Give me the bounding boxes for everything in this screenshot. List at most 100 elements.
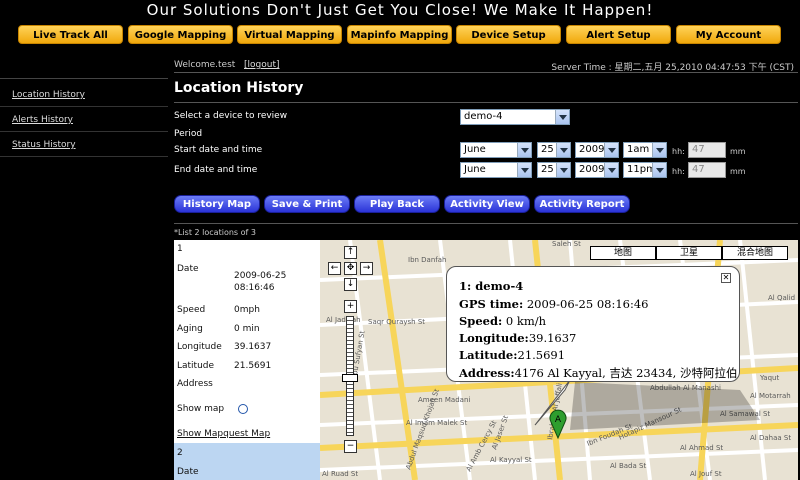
logout-link[interactable]: [logout] [244,60,279,70]
pan-up-icon[interactable]: ↑ [344,246,357,259]
time-value: 08:16:46 [234,283,275,293]
top-navigation: Live Track All Devices Google Mapping Vi… [18,25,798,60]
page-title: Location History [174,80,304,96]
sidebar-item-alerts-history[interactable]: Alerts History [12,115,73,125]
chevron-down-icon [556,163,570,177]
close-icon[interactable]: ✕ [721,273,731,283]
address-label: Address [177,379,213,389]
tab-mapinfo-mapping[interactable]: Mapinfo Mapping [347,25,452,44]
tab-google-mapping[interactable]: Google Mapping [128,25,233,44]
street-label-19: Al Qalid [768,294,795,302]
list-item-selected[interactable]: 2 Date [174,443,320,480]
street-label-13: Al Ahmad St [680,444,723,452]
street-label-23: Al Ruad St [322,470,358,478]
popup-gps-value: 2009-06-25 08:16:46 [526,297,649,311]
end-hh-label: hh: [672,167,685,176]
latitude-label: Latitude [177,361,215,371]
zoom-slider-thumb[interactable] [342,374,358,382]
zoom-out-icon[interactable]: − [344,440,357,453]
play-back-button[interactable]: Play Back [354,195,440,213]
marker-letter: A [555,415,562,425]
end-minute-input[interactable]: 47 [688,162,726,178]
chevron-down-icon [652,143,666,157]
end-day-select[interactable]: 25 [537,162,571,178]
tab-virtual-mapping[interactable]: Virtual Mapping [237,25,342,44]
end-year-select[interactable]: 2009 [575,162,619,178]
street-label-17: Al Motarrah [750,392,791,400]
start-label: Start date and time [174,145,263,155]
activity-report-button[interactable]: Activity Report [534,195,630,213]
popup-latitude-label: Latitude: [459,348,518,362]
start-day-select[interactable]: 25 [537,142,571,158]
device-select[interactable]: demo-4 [460,109,570,125]
latitude-value: 21.5691 [234,361,272,371]
pan-down-icon[interactable]: ↓ [344,278,357,291]
end-month-value: June [464,164,486,175]
popup-gps-row: GPS time: 2009-06-25 08:16:46 [459,297,648,311]
start-minute-input[interactable]: 47 [688,142,726,158]
tab-my-account[interactable]: My Account [676,25,781,44]
map-view[interactable]: Ibn Danfah Saqr Quraysh St Abu Sufyan St… [320,240,798,480]
end-month-select[interactable]: June [460,162,532,178]
tab-alert-setup[interactable]: Alert Setup [566,25,671,44]
popup-longitude-row: Longitude:39.1637 [459,331,576,345]
map-type-map[interactable]: 地图 [590,246,656,260]
popup-longitude-value: 39.1637 [528,331,577,345]
record-index-2: 2 [177,448,183,458]
save-print-button[interactable]: Save & Print [264,195,350,213]
sidebar-divider [0,78,168,79]
record-index: 1 [177,244,183,254]
start-year-value: 2009 [579,144,605,155]
chevron-down-icon [652,163,666,177]
device-label: Select a device to review [174,111,288,121]
date-label: Date [177,264,199,274]
show-map-radio[interactable] [238,404,248,414]
end-hour-select[interactable]: 11pm [623,162,667,178]
aging-label: Aging [177,324,203,334]
tab-device-setup[interactable]: Device Setup [456,25,561,44]
start-month-select[interactable]: June [460,142,532,158]
date-value: 2009-06-25 [234,271,287,281]
date-label-2: Date [177,467,199,477]
sidebar-item-location-history[interactable]: Location History [12,90,85,100]
speed-label: Speed [177,305,206,315]
end-day-value: 25 [541,164,554,175]
popup-address-value: 4176 Al Kayyal, 吉达 23434, 沙特阿拉伯 [514,366,738,380]
tagline: Our Solutions Don't Just Get You Close! … [146,1,654,19]
history-map-button[interactable]: History Map [174,195,260,213]
chevron-down-icon [604,143,618,157]
popup-speed-row: Speed: 0 km/h [459,314,546,328]
pan-right-icon[interactable]: → [360,262,373,275]
divider [174,223,798,224]
map-type-satellite[interactable]: 卫星 [656,246,722,260]
start-month-value: June [464,144,486,155]
popup-speed-value: 0 km/h [505,314,547,328]
activity-view-button[interactable]: Activity View [444,195,530,213]
location-marker-icon[interactable]: A [548,408,568,440]
end-year-value: 2009 [579,164,605,175]
zoom-in-icon[interactable]: + [344,300,357,313]
sidebar-item-status-history[interactable]: Status History [12,140,76,150]
street-label-5: Ameen Madani [418,396,470,404]
start-hour-select[interactable]: 1am [623,142,667,158]
popup-address-row: Address:4176 Al Kayyal, 吉达 23434, 沙特阿拉伯 [459,365,737,381]
popup-title: 1: demo-4 [459,279,524,293]
divider [174,102,798,103]
map-type-hybrid[interactable]: 混合地图 [722,246,788,260]
pan-left-icon[interactable]: ← [328,262,341,275]
start-mm-label: mm [730,147,746,156]
mapquest-link[interactable]: Show Mapquest Map [177,429,270,439]
divider [0,131,168,132]
street-label-12: Al Dahaa St [750,434,791,442]
street-label-6: Al Imam Malek St [406,419,467,427]
tab-live-track-all-devices[interactable]: Live Track All Devices [18,25,123,60]
street-label-9: Al Kayyal St [490,456,532,464]
start-year-select[interactable]: 2009 [575,142,619,158]
chevron-down-icon [517,143,531,157]
speed-value: 0mph [234,305,260,315]
device-select-value: demo-4 [464,111,503,122]
location-detail-panel: 1 Date 2009-06-25 08:16:46 Speed 0mph Ag… [174,240,320,480]
chevron-down-icon [556,143,570,157]
pan-center-icon[interactable]: ✥ [344,262,357,275]
list-info: *List 2 locations of 3 [174,228,256,237]
